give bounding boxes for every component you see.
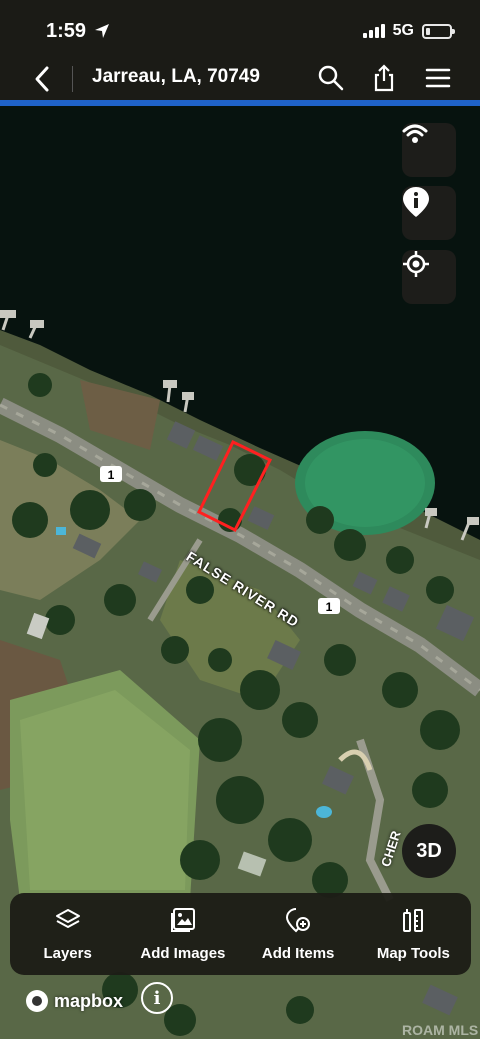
header: Jarreau, LA, 70749: [0, 60, 480, 100]
menu-icon[interactable]: [423, 63, 453, 93]
back-icon[interactable]: [30, 64, 56, 94]
mapbox-text: mapbox: [54, 990, 124, 1011]
mapbox-icon: [26, 990, 48, 1012]
bottom-toolbar: Layers Add Images Add Items Map Tools: [10, 893, 471, 975]
pin-add-icon: [286, 907, 311, 932]
search-icon[interactable]: [316, 63, 346, 93]
locate-button[interactable]: [402, 250, 456, 304]
share-icon[interactable]: [369, 63, 399, 93]
network-label: 5G: [392, 22, 414, 39]
tool-layers[interactable]: Layers: [10, 893, 125, 975]
wifi-button[interactable]: [402, 123, 456, 177]
tool-add-items[interactable]: Add Items: [241, 893, 356, 975]
location-arrow-icon: [95, 24, 109, 38]
tool-label-add-images: Add Images: [140, 944, 226, 962]
page-title: Jarreau, LA, 70749: [92, 66, 260, 87]
signal-icon: [362, 24, 385, 38]
image-icon: [170, 907, 195, 932]
status-bar: 1:59 5G: [0, 0, 480, 60]
tool-label-add-items: Add Items: [261, 944, 335, 962]
status-time: 1:59: [46, 20, 87, 42]
tools-icon: [403, 908, 424, 932]
tool-add-images[interactable]: Add Images: [125, 893, 240, 975]
layers-icon: [55, 908, 80, 928]
battery-icon: [422, 23, 455, 39]
tool-map-tools[interactable]: Map Tools: [356, 893, 471, 975]
mls-watermark: ROAM MLS: [402, 1022, 479, 1038]
route-shield-label-1: 1: [107, 468, 115, 482]
crosshair-icon: [403, 251, 429, 277]
info-pin-button[interactable]: [402, 186, 456, 240]
header-divider: [72, 66, 73, 92]
route-shield-label-2: 1: [325, 600, 333, 614]
tool-label-layers: Layers: [43, 944, 92, 962]
info-pin-icon: [403, 187, 429, 217]
3d-toggle-button[interactable]: 3D: [402, 824, 456, 878]
tool-label-map-tools: Map Tools: [376, 944, 450, 962]
wifi-icon: [402, 124, 428, 143]
attribution-info-button[interactable]: i: [141, 982, 173, 1014]
mapbox-logo[interactable]: mapbox: [26, 990, 123, 1012]
